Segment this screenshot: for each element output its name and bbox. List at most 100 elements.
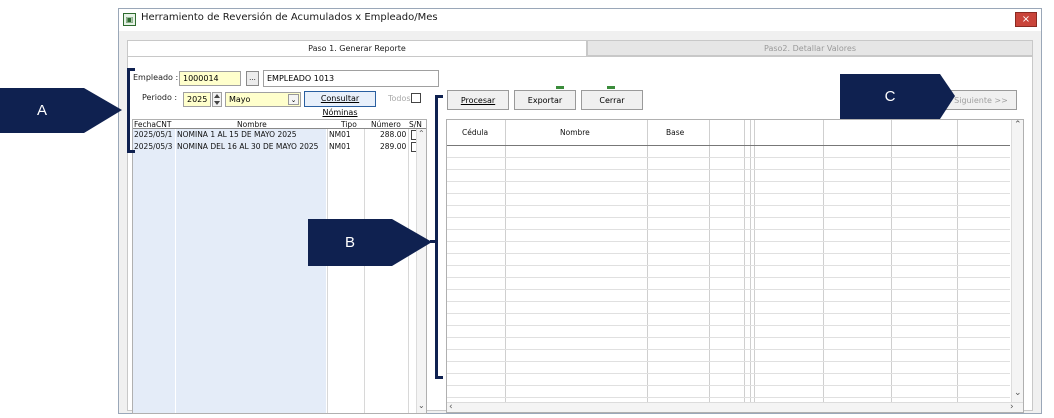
procesar-button[interactable]: Procesar: [447, 90, 509, 110]
grid-row-line: [447, 205, 1010, 206]
callout-label-a: A: [0, 88, 84, 133]
chevron-down-icon: ⌄: [288, 94, 299, 105]
callout-arrow-a: [84, 88, 122, 133]
grid-row-line: [447, 181, 1010, 182]
table-row[interactable]: 2025/05/3 NOMINA DEL 16 AL 30 DE MAYO 20…: [133, 142, 421, 153]
nombre-column-fill: [176, 129, 326, 413]
detail-grid-lines: [447, 120, 1010, 402]
periodo-label: Periodo :: [142, 93, 178, 102]
spin-down-icon: [214, 101, 220, 105]
empleado-input[interactable]: 1000014: [179, 71, 241, 86]
grid-column-line: [709, 120, 710, 402]
siguiente-button[interactable]: Siguiente >>: [945, 90, 1017, 110]
year-spinner[interactable]: [212, 92, 222, 107]
vertical-scrollbar[interactable]: ⌃ ⌄: [416, 129, 426, 413]
callout-label-c: C: [840, 74, 940, 119]
app-icon: ▣: [123, 13, 136, 26]
grid-column-line: [744, 120, 745, 402]
header-nombre: Nombre: [237, 120, 267, 129]
cell-tipo: NM01: [329, 142, 351, 151]
callout-label-b: B: [308, 219, 392, 266]
empleado-name-field: EMPLEADO 1013: [263, 70, 439, 87]
window-title: Herramiento de Reversión de Acumulados x…: [141, 12, 438, 23]
header-tipo: Tipo: [341, 120, 357, 129]
grid-column-line: [647, 120, 648, 402]
header-numero: Número: [371, 120, 401, 129]
consultar-nominas-button[interactable]: Consultar Nóminas: [304, 91, 376, 117]
cell-fecha: 2025/05/3: [134, 142, 173, 151]
grid-column-line: [754, 120, 755, 402]
grid-row-line: [447, 253, 1010, 254]
grid-row-line: [447, 301, 1010, 302]
month-select-value: Mayo: [229, 95, 251, 104]
callout-arrow-b: [392, 219, 432, 266]
cell-fecha: 2025/05/1: [134, 130, 173, 139]
grid-column-line: [957, 120, 958, 402]
cell-tipo: NM01: [329, 130, 351, 139]
cell-numero: 289.00: [380, 142, 407, 151]
column-divider: [364, 129, 365, 413]
scroll-down-icon[interactable]: ⌄: [418, 401, 425, 410]
grid-column-line: [505, 120, 506, 402]
grid-row-line: [447, 169, 1010, 170]
spin-up-icon: [214, 94, 220, 98]
cell-numero: 288.00: [380, 130, 407, 139]
grid-row-line: [447, 397, 1010, 398]
exportar-button[interactable]: Exportar: [514, 90, 576, 110]
export-icon: [556, 86, 564, 89]
column-divider: [408, 129, 409, 413]
horizontal-scrollbar[interactable]: ‹ ›: [447, 402, 1023, 412]
grid-row-line: [447, 289, 1010, 290]
detail-table: Cédula Nombre Base ⌃ ⌄ ‹ ›: [446, 119, 1024, 413]
grid-row-line: [447, 157, 1010, 158]
grid-row-line: [447, 349, 1010, 350]
scroll-left-icon[interactable]: ‹: [449, 402, 453, 412]
month-select[interactable]: Mayo ⌄: [225, 92, 301, 107]
scroll-right-icon[interactable]: ›: [1010, 402, 1014, 412]
grid-column-line: [823, 120, 824, 402]
callout-bracket-b: [435, 95, 443, 379]
callout-bracket-a: [127, 68, 135, 153]
close-icon: [607, 86, 615, 89]
column-divider: [327, 129, 328, 413]
grid-row-line: [447, 361, 1010, 362]
callout-connector-b: [430, 240, 438, 243]
grid-column-line: [891, 120, 892, 402]
grid-row-line: [447, 241, 1010, 242]
nominas-table: FechaCNT Nombre Tipo Número S/N 2025/05/…: [132, 119, 427, 414]
cerrar-button[interactable]: Cerrar: [581, 90, 643, 110]
grid-row-line: [447, 373, 1010, 374]
lookup-button[interactable]: ...: [246, 71, 259, 86]
grid-row-line: [447, 385, 1010, 386]
scroll-down-icon[interactable]: ⌄: [1014, 388, 1022, 398]
table-row[interactable]: 2025/05/1 NOMINA 1 AL 15 DE MAYO 2025 NM…: [133, 130, 421, 141]
header-sn: S/N: [409, 120, 422, 129]
grid-row-line: [447, 265, 1010, 266]
empleado-label: Empleado :: [133, 73, 179, 82]
title-bar: ▣ Herramiento de Reversión de Acumulados…: [119, 9, 1041, 31]
scroll-up-icon[interactable]: ⌃: [1014, 120, 1022, 130]
vertical-scrollbar[interactable]: ⌃ ⌄: [1011, 120, 1023, 402]
callout-arrow-c: [940, 74, 955, 119]
grid-row-line: [447, 325, 1010, 326]
todos-checkbox[interactable]: [411, 93, 421, 103]
grid-column-line: [750, 120, 751, 402]
grid-row-line: [447, 313, 1010, 314]
grid-row-line: [447, 229, 1010, 230]
todos-label: Todos: [388, 94, 411, 103]
grid-row-line: [447, 337, 1010, 338]
cell-nombre: NOMINA DEL 16 AL 30 DE MAYO 2025: [177, 142, 319, 151]
grid-header-line: [447, 145, 1010, 146]
scroll-up-icon[interactable]: ⌃: [418, 129, 425, 138]
grid-row-line: [447, 217, 1010, 218]
app-window: ▣ Herramiento de Reversión de Acumulados…: [118, 8, 1042, 414]
header-fechacnt: FechaCNT: [134, 120, 172, 129]
grid-row-line: [447, 193, 1010, 194]
tab-generar-reporte[interactable]: Paso 1. Generar Reporte: [127, 40, 587, 56]
cell-nombre: NOMINA 1 AL 15 DE MAYO 2025: [177, 130, 297, 139]
fecha-column-fill: [133, 129, 175, 413]
year-input[interactable]: 2025: [183, 92, 211, 107]
close-button[interactable]: ×: [1015, 12, 1037, 27]
tab-detallar-valores[interactable]: Paso2. Detallar Valores: [587, 40, 1033, 56]
grid-row-line: [447, 277, 1010, 278]
